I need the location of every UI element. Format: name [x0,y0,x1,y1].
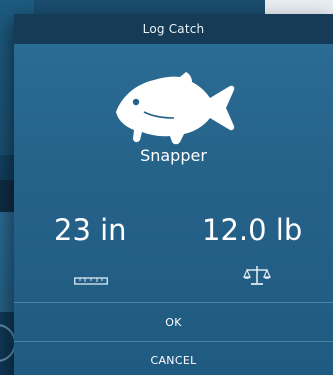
fish-icon [116,72,235,145]
log-catch-dialog: Log Catch Snapper 23 in 12.0 lb OK CANCE… [14,14,333,375]
ok-button[interactable]: OK [14,310,333,336]
dialog-title: Log Catch [14,14,333,44]
divider [14,302,333,303]
cancel-button[interactable]: CANCEL [14,349,333,373]
screen: Log Catch Snapper 23 in 12.0 lb OK CANCE… [0,0,333,375]
divider [14,341,333,342]
scale-icon [243,266,271,285]
species-name: Snapper [140,146,207,165]
background-window-edge [265,0,333,14]
weight-value[interactable]: 12.0 lb [202,213,302,247]
ruler-icon [74,277,108,285]
length-value[interactable]: 23 in [54,213,127,247]
